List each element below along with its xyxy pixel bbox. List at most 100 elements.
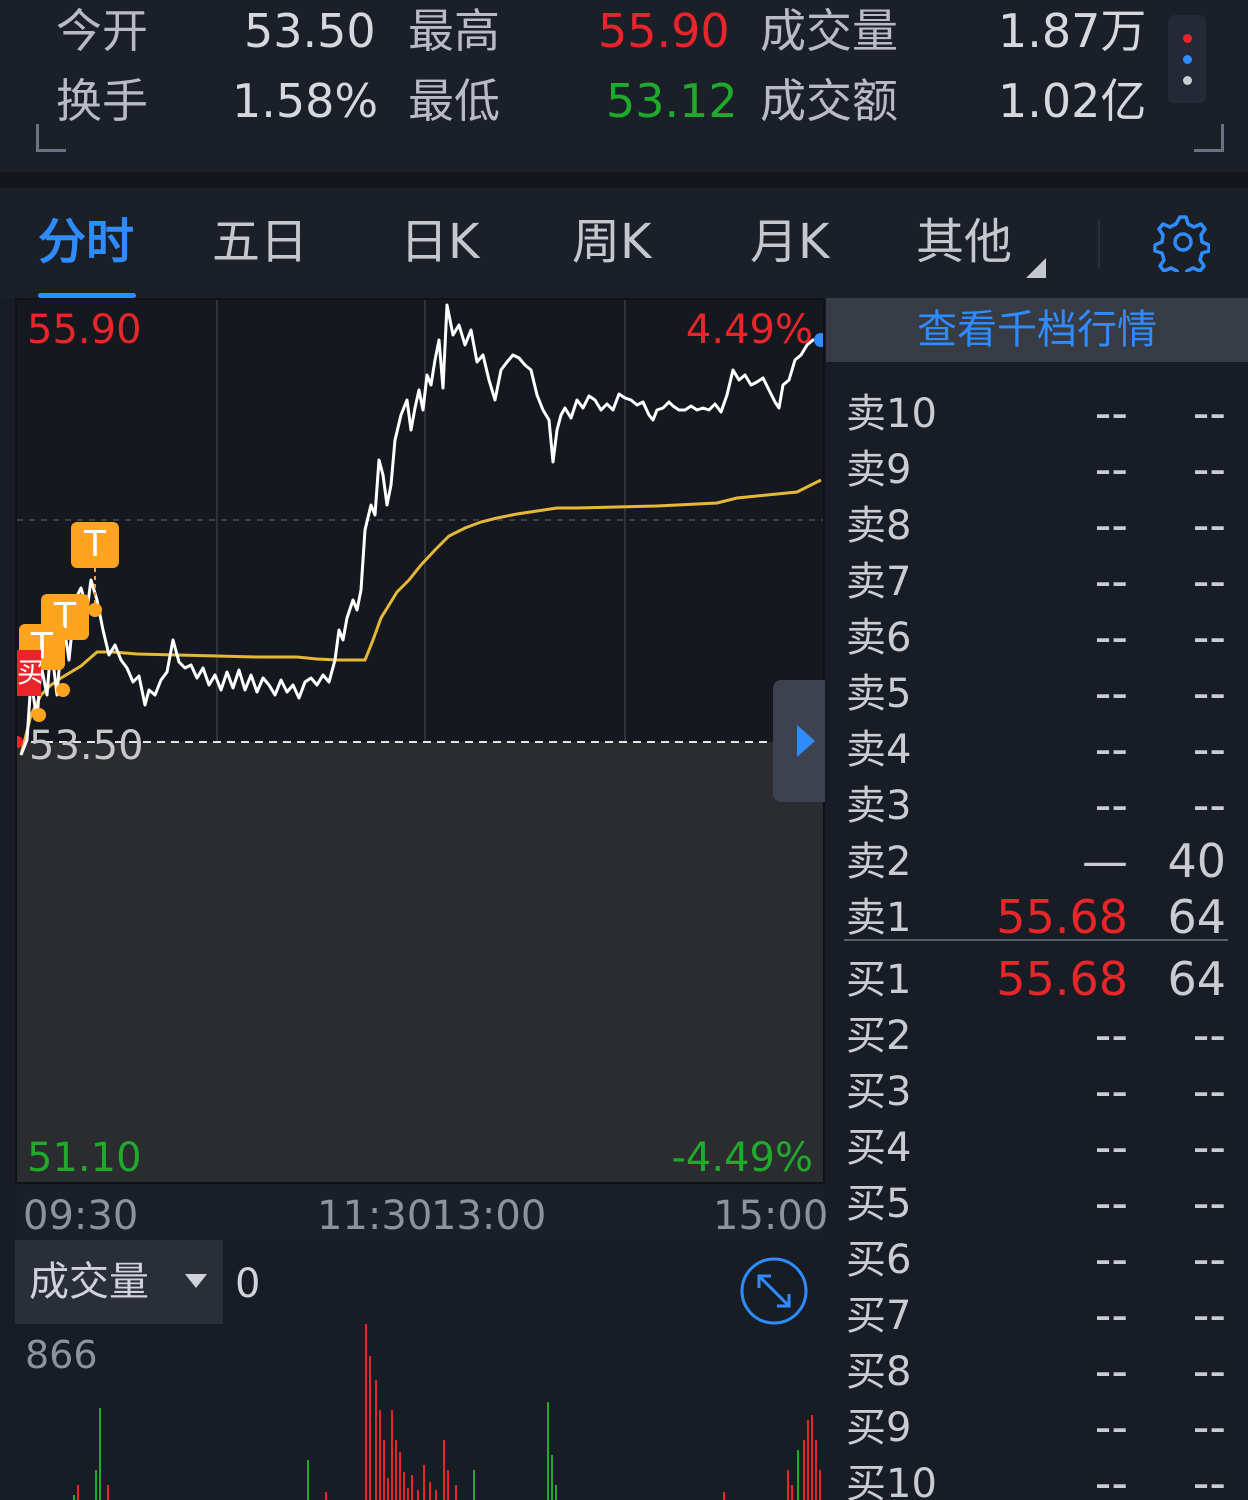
level-name: 买5 bbox=[846, 1181, 912, 1227]
volume-bar bbox=[429, 1482, 431, 1500]
volume-bar bbox=[365, 1324, 367, 1500]
time-label: 15:00 bbox=[713, 1193, 829, 1239]
level-qty: -- bbox=[1192, 1456, 1226, 1500]
sell-level-row[interactable]: 卖8 -- -- bbox=[826, 500, 1248, 556]
sell-level-row[interactable]: 卖6 -- -- bbox=[826, 612, 1248, 668]
level-price: -- bbox=[1094, 666, 1128, 720]
tab-daily-k[interactable]: 日K bbox=[400, 218, 479, 266]
collapse-corner-left-icon[interactable] bbox=[36, 124, 66, 152]
tab-monthly-k[interactable]: 月K bbox=[750, 218, 829, 266]
buy-level-row[interactable]: 买6 -- -- bbox=[826, 1234, 1248, 1290]
level-qty: 64 bbox=[1167, 890, 1226, 944]
bottom-pct-label: -4.49% bbox=[671, 1135, 813, 1181]
depth-quote-button[interactable]: 查看千档行情 bbox=[826, 298, 1248, 362]
buy-badge[interactable]: 买 bbox=[17, 650, 41, 696]
sell-level-row[interactable]: 卖3 -- -- bbox=[826, 780, 1248, 836]
high-label: 最高 bbox=[408, 4, 500, 58]
tab-separator bbox=[1098, 220, 1100, 268]
level-price: -- bbox=[1094, 1400, 1128, 1454]
time-label: 09:30 bbox=[23, 1193, 139, 1239]
buy-level-row[interactable]: 买4 -- -- bbox=[826, 1122, 1248, 1178]
volume-bar bbox=[455, 1485, 457, 1500]
trade-point bbox=[32, 708, 46, 722]
tab-five-day[interactable]: 五日 bbox=[212, 218, 308, 266]
time-label: 11:30 bbox=[317, 1193, 433, 1239]
level-price: -- bbox=[1094, 442, 1128, 496]
volume-bar bbox=[791, 1485, 793, 1500]
settings-gear-icon[interactable] bbox=[1150, 212, 1210, 272]
level-price: -- bbox=[1094, 1176, 1128, 1230]
open-label: 今开 bbox=[56, 4, 148, 58]
tab-intraday[interactable]: 分时 bbox=[38, 218, 134, 266]
level-qty: -- bbox=[1192, 498, 1226, 552]
volume-bar bbox=[443, 1440, 445, 1500]
volume-bars bbox=[73, 1324, 821, 1500]
level-price: -- bbox=[1094, 1064, 1128, 1118]
collapse-book-button[interactable] bbox=[773, 680, 825, 802]
level-price: 55.68 bbox=[996, 952, 1128, 1006]
volume-bar bbox=[723, 1492, 725, 1500]
volume-bar bbox=[417, 1490, 419, 1500]
buy-level-row[interactable]: 买1 55.68 64 bbox=[826, 954, 1248, 1010]
level-price: -- bbox=[1094, 554, 1128, 608]
buy-level-row[interactable]: 买3 -- -- bbox=[826, 1066, 1248, 1122]
level-name: 买8 bbox=[846, 1349, 912, 1395]
top-price-label: 55.90 bbox=[27, 307, 142, 353]
buy-level-row[interactable]: 买7 -- -- bbox=[826, 1290, 1248, 1346]
buy-level-row[interactable]: 买8 -- -- bbox=[826, 1346, 1248, 1402]
volume-bar bbox=[403, 1472, 405, 1500]
sell-level-row[interactable]: 卖10 -- -- bbox=[826, 388, 1248, 444]
buy-level-row[interactable]: 买9 -- -- bbox=[826, 1402, 1248, 1458]
volume-bar bbox=[77, 1485, 79, 1500]
volume-bar bbox=[787, 1470, 789, 1500]
time-label: 13:00 bbox=[431, 1193, 547, 1239]
trade-marker-t[interactable]: T bbox=[71, 522, 119, 568]
volume-bar bbox=[447, 1470, 449, 1500]
volume-chart[interactable]: 成交量 0 866 bbox=[15, 1240, 825, 1500]
sell-level-row[interactable]: 卖4 -- -- bbox=[826, 724, 1248, 780]
sell-level-row[interactable]: 卖2 — 40 bbox=[826, 836, 1248, 892]
level-name: 卖4 bbox=[846, 727, 912, 773]
more-menu-icon[interactable] bbox=[1168, 15, 1206, 103]
sell-level-row[interactable]: 卖5 -- -- bbox=[826, 668, 1248, 724]
volume-bar bbox=[391, 1410, 393, 1500]
level-name: 买2 bbox=[846, 1013, 912, 1059]
level-name: 卖8 bbox=[846, 503, 912, 549]
volume-bar bbox=[73, 1495, 75, 1500]
level-qty: -- bbox=[1192, 554, 1226, 608]
volume-bar bbox=[107, 1485, 109, 1500]
level-name: 买1 bbox=[846, 957, 912, 1003]
bottom-price-label: 51.10 bbox=[27, 1135, 142, 1181]
trade-point bbox=[56, 683, 70, 697]
volume-label: 成交量 bbox=[760, 4, 898, 58]
sell-level-row[interactable]: 卖7 -- -- bbox=[826, 556, 1248, 612]
level-price: -- bbox=[1094, 1120, 1128, 1174]
volume-bar bbox=[375, 1380, 377, 1500]
level-qty: 64 bbox=[1167, 952, 1226, 1006]
level-name: 卖2 bbox=[846, 839, 912, 885]
level-name: 卖7 bbox=[846, 559, 912, 605]
amount-value: 1.02亿 bbox=[998, 74, 1147, 128]
level-price: 55.68 bbox=[996, 890, 1128, 944]
buy-level-row[interactable]: 买10 -- -- bbox=[826, 1458, 1248, 1500]
section-divider bbox=[0, 172, 1248, 188]
buy-level-row[interactable]: 买5 -- -- bbox=[826, 1178, 1248, 1234]
level-qty: -- bbox=[1192, 778, 1226, 832]
level-name: 卖5 bbox=[846, 671, 912, 717]
turnover-label: 换手 bbox=[56, 74, 148, 128]
tab-other[interactable]: 其他 bbox=[916, 218, 1012, 266]
collapse-corner-right-icon[interactable] bbox=[1194, 124, 1224, 152]
level-qty: -- bbox=[1192, 1344, 1226, 1398]
intraday-chart[interactable]: 55.90 4.49% 53.50 51.10 -4.49% T T T 买 bbox=[15, 298, 825, 1184]
level-name: 买7 bbox=[846, 1293, 912, 1339]
sell-level-row[interactable]: 卖9 -- -- bbox=[826, 444, 1248, 500]
low-value: 53.12 bbox=[606, 74, 738, 128]
volume-bar bbox=[819, 1470, 821, 1500]
tab-other-dropdown-icon[interactable] bbox=[1026, 258, 1046, 278]
level-name: 买6 bbox=[846, 1237, 912, 1283]
level-price: -- bbox=[1094, 778, 1128, 832]
tab-weekly-k[interactable]: 周K bbox=[572, 218, 651, 266]
trade-point bbox=[88, 603, 102, 617]
buy-level-row[interactable]: 买2 -- -- bbox=[826, 1010, 1248, 1066]
volume-bar bbox=[473, 1470, 475, 1500]
